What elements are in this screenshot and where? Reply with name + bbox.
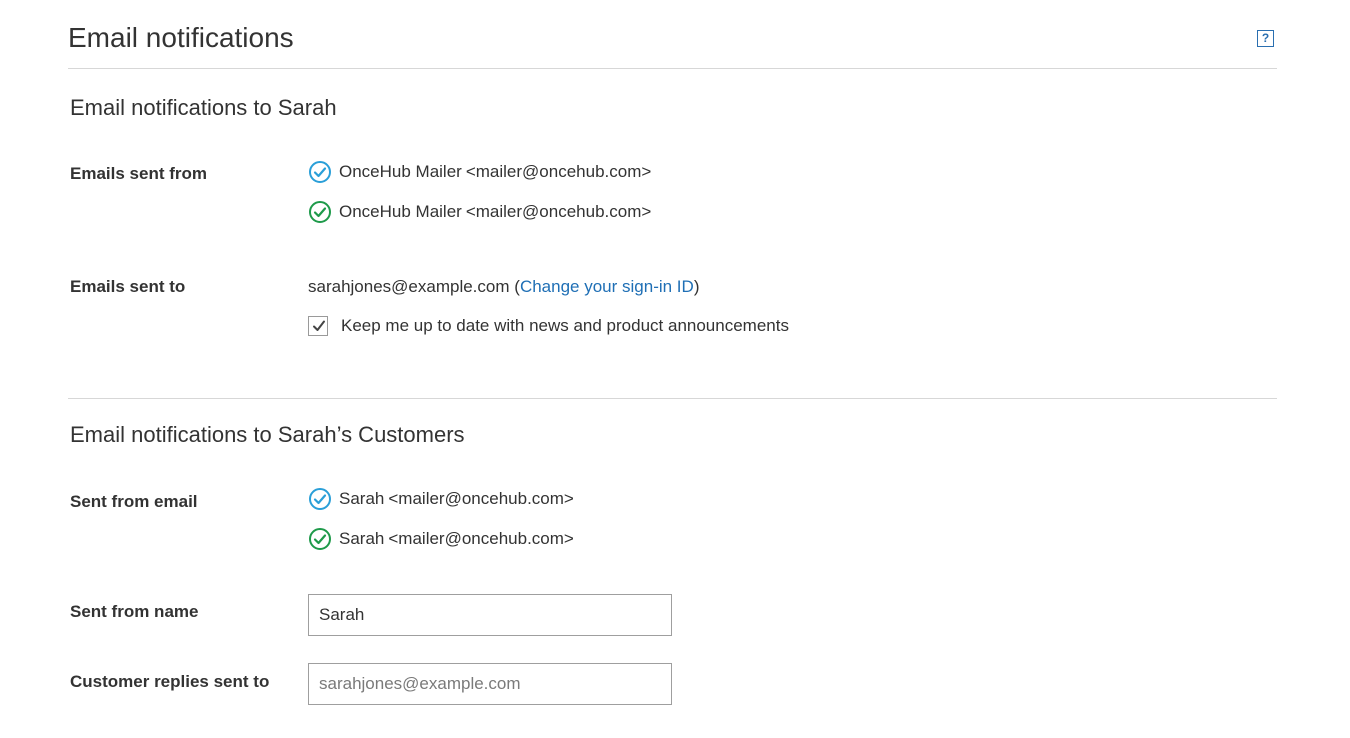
customer-replies-input[interactable] bbox=[308, 663, 672, 705]
newsletter-option[interactable]: Keep me up to date with news and product… bbox=[308, 316, 789, 336]
sender-address: <mailer@oncehub.com> bbox=[388, 489, 574, 508]
sender-name: Sarah bbox=[339, 489, 385, 508]
pending-check-icon bbox=[308, 487, 332, 511]
user-email: sarahjones@example.com bbox=[308, 277, 510, 296]
header-divider bbox=[68, 68, 1277, 69]
page-title: Email notifications bbox=[68, 22, 294, 53]
section-divider bbox=[68, 398, 1277, 399]
sender-line-pending: OnceHub Mailer <mailer@oncehub.com> bbox=[308, 160, 651, 184]
close-paren: ) bbox=[693, 277, 700, 296]
newsletter-checkbox[interactable] bbox=[308, 316, 328, 336]
section-title-user: Email notifications to Sarah bbox=[70, 95, 337, 120]
sent-from-name-label: Sent from name bbox=[70, 602, 199, 621]
pending-check-icon bbox=[308, 160, 332, 184]
emails-sent-to-value: sarahjones@example.com (Change your sign… bbox=[308, 277, 699, 297]
checkmark-icon bbox=[313, 320, 325, 331]
sender-line-verified: OnceHub Mailer <mailer@oncehub.com> bbox=[308, 200, 651, 224]
change-sign-in-link[interactable]: Change your sign-in ID bbox=[520, 277, 694, 296]
help-button[interactable]: ? bbox=[1257, 30, 1274, 47]
newsletter-label: Keep me up to date with news and product… bbox=[341, 316, 789, 335]
section-title-customers: Email notifications to Sarah’s Customers bbox=[70, 422, 465, 447]
verified-check-icon bbox=[308, 200, 332, 224]
sent-from-name-input[interactable] bbox=[308, 594, 672, 636]
emails-sent-from-label: Emails sent from bbox=[70, 164, 207, 183]
sender-name: OnceHub Mailer bbox=[339, 202, 462, 221]
customer-replies-label: Customer replies sent to bbox=[70, 672, 270, 691]
sender-address: <mailer@oncehub.com> bbox=[388, 529, 574, 548]
sender-address: <mailer@oncehub.com> bbox=[465, 202, 652, 221]
customer-sender-line-verified: Sarah <mailer@oncehub.com> bbox=[308, 527, 574, 551]
emails-sent-to-label: Emails sent to bbox=[70, 277, 186, 296]
sender-name: OnceHub Mailer bbox=[339, 162, 462, 181]
sender-address: <mailer@oncehub.com> bbox=[465, 162, 652, 181]
customer-sender-line-pending: Sarah <mailer@oncehub.com> bbox=[308, 487, 574, 511]
sent-from-email-label: Sent from email bbox=[70, 492, 198, 511]
sender-name: Sarah bbox=[339, 529, 385, 548]
verified-check-icon bbox=[308, 527, 332, 551]
